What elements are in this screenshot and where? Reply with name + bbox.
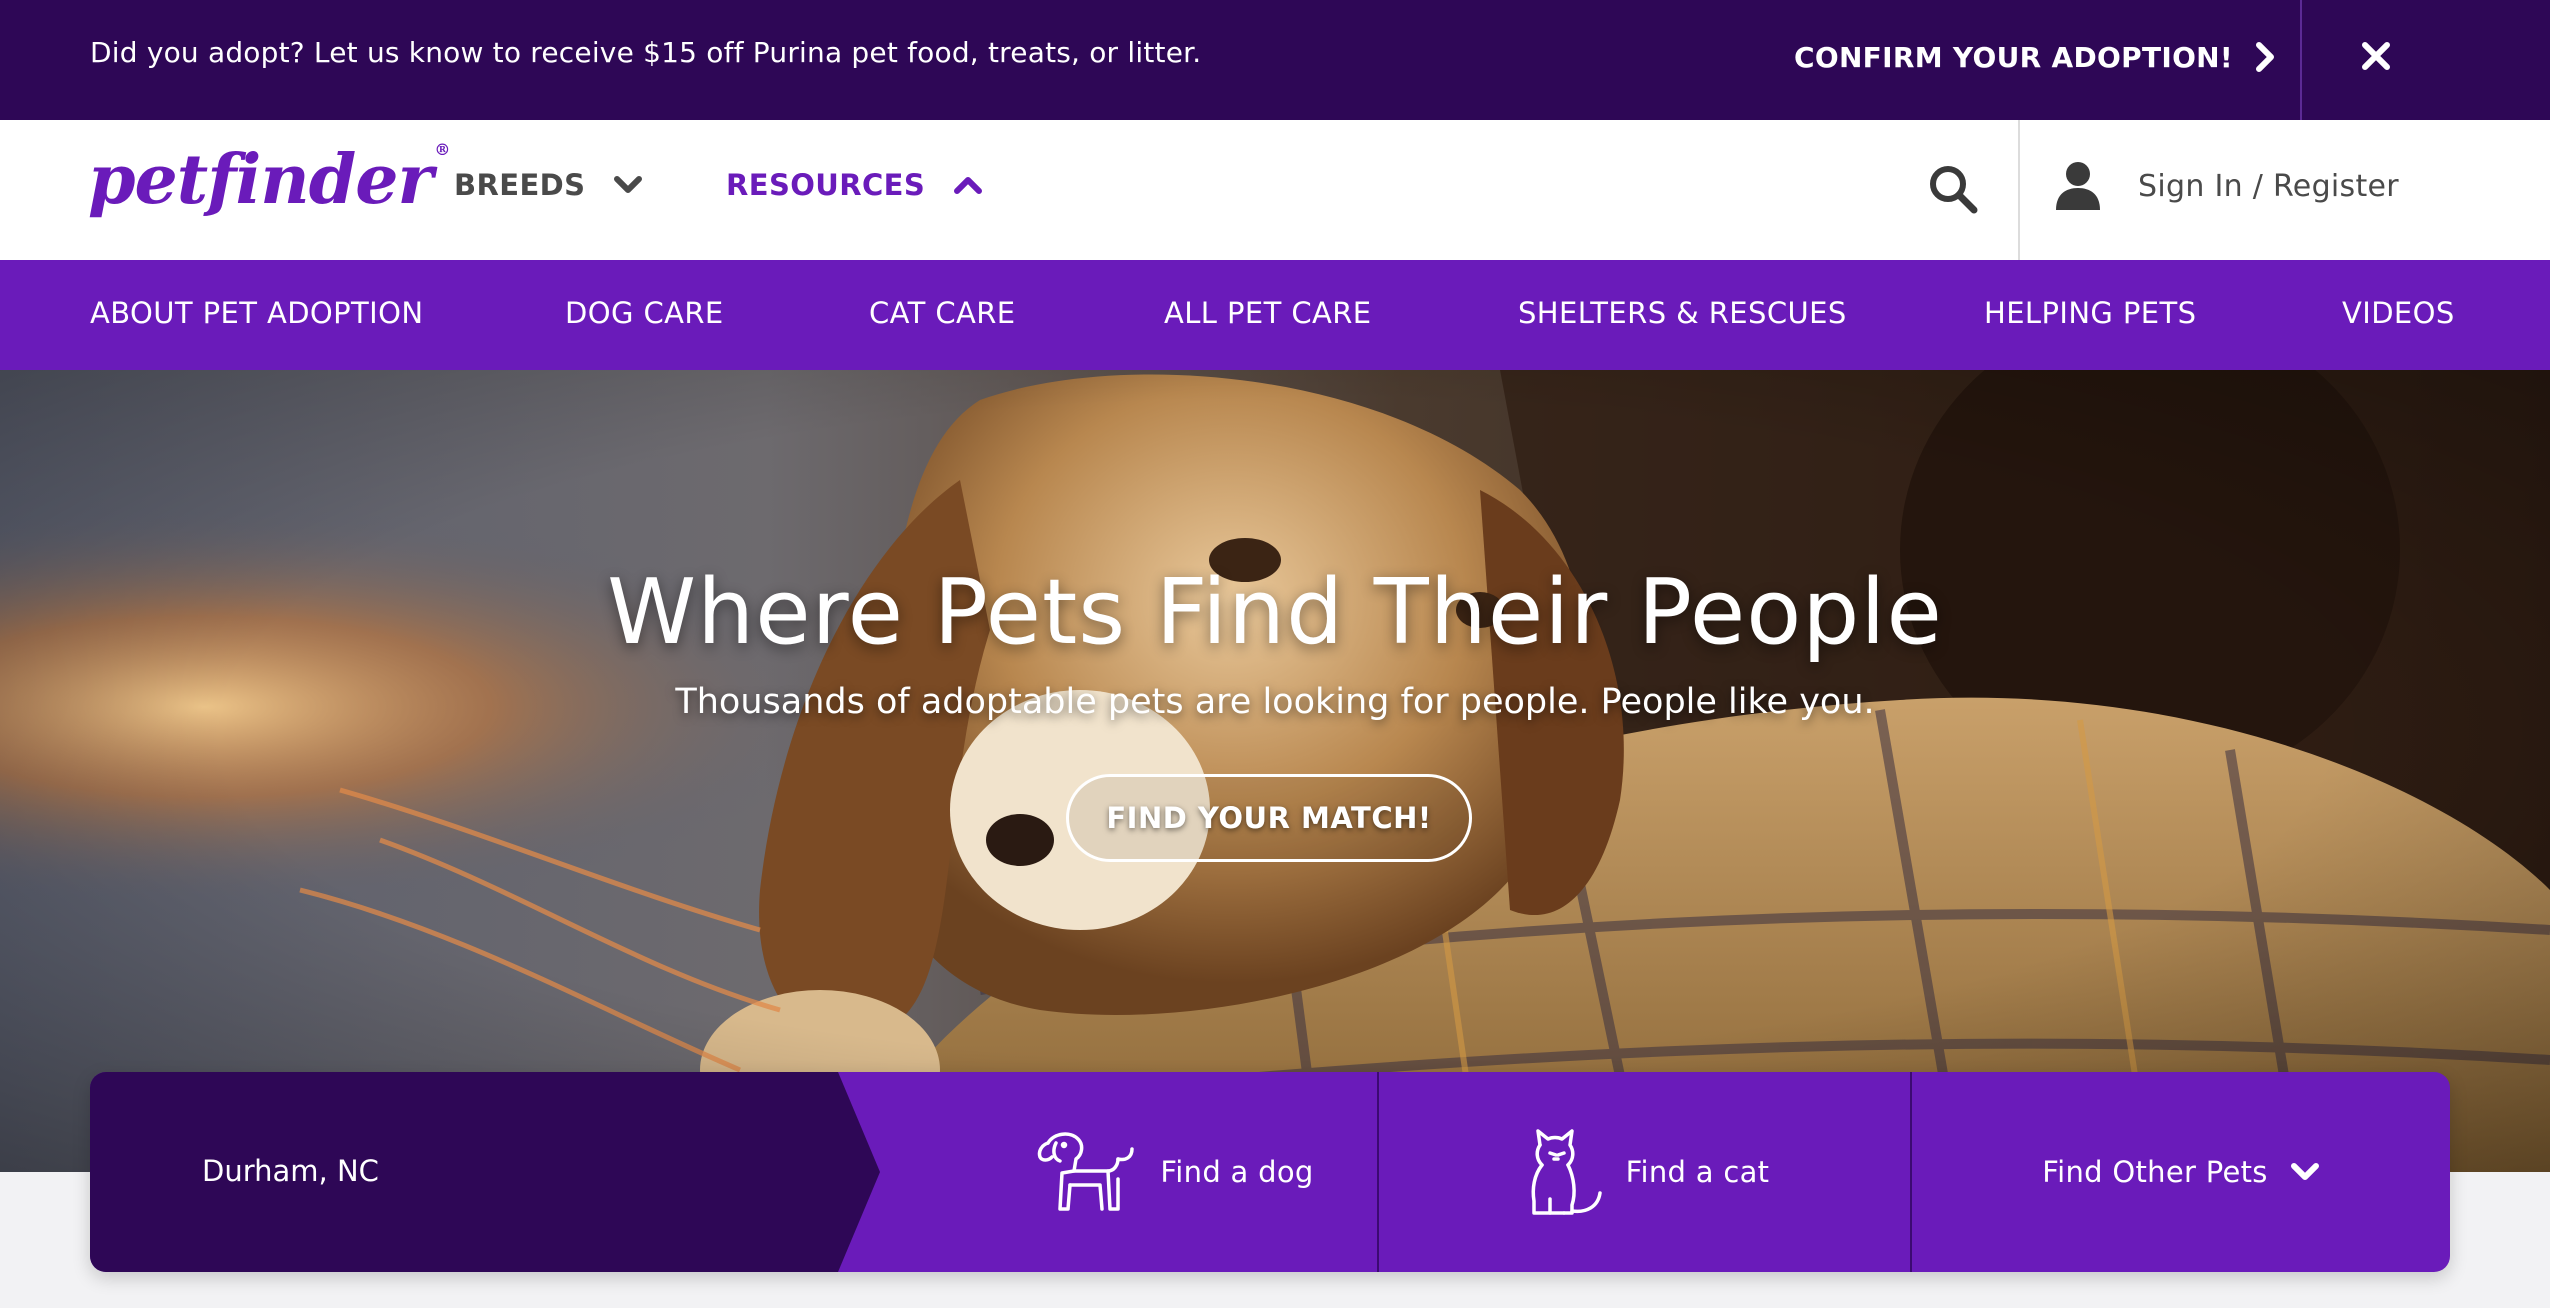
subnav-about-pet-adoption[interactable]: ABOUT PET ADOPTION	[90, 296, 423, 330]
location-field[interactable]: Durham, NC	[90, 1072, 880, 1272]
subnav-shelters-rescues[interactable]: SHELTERS & RESCUES	[1518, 296, 1847, 330]
user-icon	[2056, 162, 2100, 210]
hero-dog-photo	[0, 370, 2550, 1172]
chevron-up-icon	[954, 177, 983, 194]
chevron-down-icon	[2290, 1163, 2319, 1180]
nav-breeds[interactable]: BREEDS	[454, 168, 643, 202]
chevron-right-icon	[2256, 42, 2274, 72]
registered-mark: ®	[434, 140, 450, 159]
hero-subtitle: Thousands of adoptable pets are looking …	[675, 682, 1875, 722]
nav-resources-label: RESOURCES	[726, 168, 926, 202]
logo-text: petfinder	[88, 140, 433, 220]
location-input-value: Durham, NC	[202, 1154, 379, 1188]
promo-text: Did you adopt? Let us know to receive $1…	[90, 36, 1202, 69]
confirm-adoption-link[interactable]: CONFIRM YOUR ADOPTION!	[1794, 32, 2277, 82]
petfinder-logo[interactable]: petfinder ®	[88, 140, 450, 220]
find-other-pets-dropdown[interactable]: Find Other Pets	[1912, 1072, 2450, 1272]
chevron-down-icon	[614, 176, 643, 193]
dog-icon	[1038, 1132, 1135, 1211]
hero-title: Where Pets Find Their People	[607, 560, 1943, 665]
header-divider	[2018, 120, 2020, 260]
subnav-all-pet-care[interactable]: ALL PET CARE	[1164, 296, 1371, 330]
find-a-dog-label: Find a dog	[1160, 1155, 1314, 1189]
subnav-videos[interactable]: VIDEOS	[2342, 296, 2455, 330]
find-a-cat-label: Find a cat	[1625, 1155, 1770, 1189]
promo-divider	[2300, 0, 2302, 120]
pet-search-bar: Durham, NC Find a dog Find a cat Find Ot…	[90, 1072, 2450, 1272]
hero-section: Where Pets Find Their People Thousands o…	[0, 370, 2550, 1172]
sign-in-register-link[interactable]: Sign In / Register	[2054, 160, 2399, 212]
main-header: petfinder ® BREEDS RESOURCES Sign In / Re…	[0, 120, 2550, 260]
find-your-match-button[interactable]: FIND YOUR MATCH!	[1066, 774, 1472, 862]
search-button[interactable]	[1926, 162, 1982, 218]
find-other-pets-label: Find Other Pets	[2042, 1155, 2268, 1189]
sign-in-register-label: Sign In / Register	[2138, 168, 2399, 204]
subnav-helping-pets[interactable]: HELPING PETS	[1984, 296, 2196, 330]
nav-resources[interactable]: RESOURCES	[726, 168, 983, 202]
close-icon	[2362, 42, 2390, 70]
subnav-cat-care[interactable]: CAT CARE	[869, 296, 1016, 330]
confirm-adoption-label: CONFIRM YOUR ADOPTION!	[1794, 40, 2233, 74]
find-a-cat-button[interactable]: Find a cat	[1379, 1072, 1910, 1272]
subnav-dog-care[interactable]: DOG CARE	[565, 296, 724, 330]
adoption-promo-banner: Did you adopt? Let us know to receive $1…	[0, 0, 2550, 120]
nav-breeds-label: BREEDS	[454, 168, 586, 202]
cat-icon	[1531, 1129, 1602, 1215]
close-banner-button[interactable]	[2350, 30, 2402, 82]
resources-subnav: ABOUT PET ADOPTION DOG CARE CAT CARE ALL…	[0, 260, 2550, 370]
search-icon	[1930, 166, 1978, 214]
